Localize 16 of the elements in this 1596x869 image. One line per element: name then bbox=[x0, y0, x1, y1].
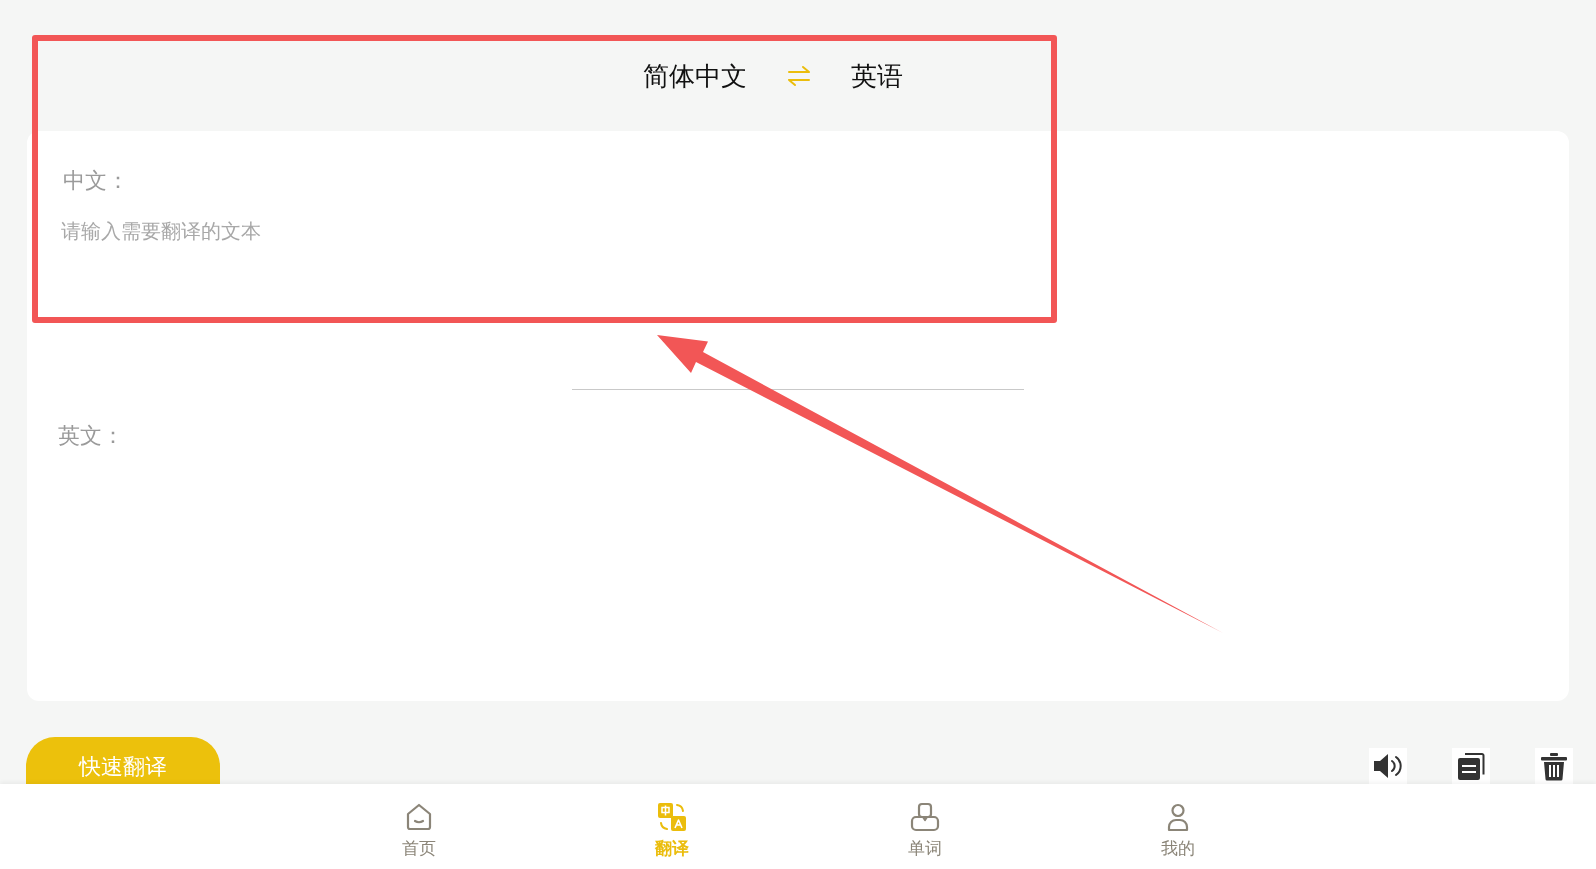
trash-icon bbox=[1540, 751, 1568, 781]
blocks-icon bbox=[909, 802, 940, 832]
source-text-field[interactable]: 请输入需要翻译的文本 bbox=[61, 219, 1535, 309]
speaker-icon bbox=[1373, 753, 1403, 779]
tab-bar-item[interactable]: 单词 bbox=[798, 784, 1051, 869]
documents-icon bbox=[1457, 751, 1485, 781]
translate-icon bbox=[656, 802, 687, 832]
source-label: 中文： bbox=[63, 167, 129, 195]
speak-button[interactable] bbox=[1369, 748, 1407, 784]
copy-button[interactable] bbox=[1452, 748, 1490, 784]
delete-button[interactable] bbox=[1535, 748, 1573, 784]
target-language-button[interactable]: 英语 bbox=[851, 59, 903, 93]
result-label: 英文： bbox=[58, 422, 124, 450]
tab-bar-item[interactable]: 首页 bbox=[292, 784, 545, 869]
source-language-button[interactable]: 简体中文 bbox=[643, 59, 747, 93]
tab-bar-item[interactable]: 我的 bbox=[1051, 784, 1304, 869]
